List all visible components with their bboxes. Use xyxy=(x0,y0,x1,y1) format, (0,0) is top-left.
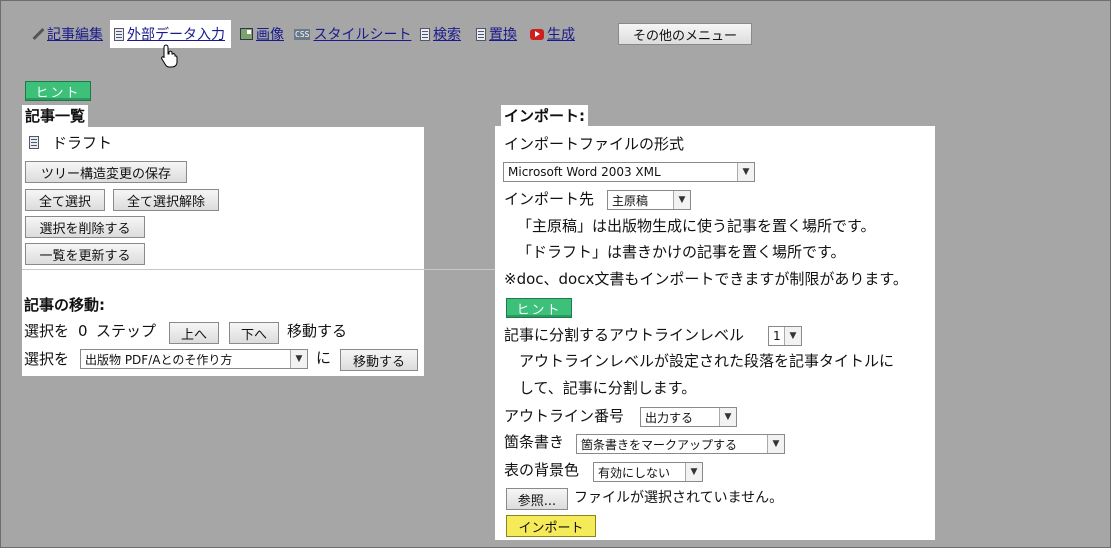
format-select-value: Microsoft Word 2003 XML xyxy=(508,165,661,179)
deselect-all-button[interactable]: 全て選択解除 xyxy=(113,189,219,211)
select-all-button[interactable]: 全て選択 xyxy=(25,189,105,211)
document-icon xyxy=(29,136,39,149)
menu-item-label: 検索 xyxy=(433,27,461,43)
move-to-button[interactable]: 移動する xyxy=(340,349,418,371)
destination-select[interactable]: 出版物 PDF/Aとのそ作り方 ▼ xyxy=(80,349,308,369)
css-icon: CSS xyxy=(294,28,311,40)
other-menu-button[interactable]: その他のメニュー xyxy=(618,23,752,45)
article-list-panel: ドラフト ツリー構造変更の保存 全て選択 全て選択解除 選択を削除する 一覧を更… xyxy=(22,127,502,376)
document-icon xyxy=(114,27,124,41)
menu-item-label: 置換 xyxy=(489,27,517,43)
bullet-select[interactable]: 箇条書きをマークアップする ▼ xyxy=(576,434,785,454)
table-bg-value: 有効にしない xyxy=(598,465,671,480)
outline-number-value: 出力する xyxy=(645,410,694,425)
chevron-down-icon: ▼ xyxy=(767,435,784,453)
chevron-down-icon: ▼ xyxy=(685,463,702,481)
outline-number-label: アウトライン番号 xyxy=(504,407,625,425)
step-count: 0 xyxy=(78,322,88,340)
chevron-down-icon: ▼ xyxy=(290,350,307,368)
chevron-down-icon: ▼ xyxy=(784,327,801,345)
menu-item-search[interactable]: 検索 xyxy=(420,20,461,48)
import-title: インポート: xyxy=(501,105,588,127)
hint-button-import[interactable]: ヒント xyxy=(506,298,572,318)
menu-item-generate[interactable]: 生成 xyxy=(530,20,575,48)
outline-level-label: 記事に分割するアウトラインレベル xyxy=(504,326,745,344)
menu-item-label: スタイルシート xyxy=(313,27,412,43)
import-dest-select[interactable]: 主原稿 ▼ xyxy=(607,190,691,210)
move-suffix: 移動する xyxy=(287,322,348,340)
outline-note-2: して、記事に分割します。 xyxy=(519,379,697,397)
menu-item-article-edit[interactable]: 記事編集 xyxy=(32,20,103,48)
step-suffix: ステップ xyxy=(96,322,157,340)
menu-item-label: 記事編集 xyxy=(47,27,103,43)
article-list-title: 記事一覧 xyxy=(22,105,89,127)
save-tree-button[interactable]: ツリー構造変更の保存 xyxy=(25,161,187,183)
format-label: インポートファイルの形式 xyxy=(504,135,685,153)
step-prefix: 選択を xyxy=(24,322,70,340)
browse-button[interactable]: 参照... xyxy=(506,488,568,510)
select-prefix: 選択を xyxy=(24,350,70,368)
import-panel: インポートファイルの形式 Microsoft Word 2003 XML ▼ イ… xyxy=(495,126,935,540)
image-icon xyxy=(240,28,253,40)
note-draft: 「ドラフト」は書きかけの記事を置く場所です。 xyxy=(517,243,846,261)
note-main-manuscript: 「主原稿」は出版物生成に使う記事を置く場所です。 xyxy=(517,217,876,235)
video-icon xyxy=(530,28,544,40)
chevron-down-icon: ▼ xyxy=(737,163,754,181)
menu-item-replace[interactable]: 置換 xyxy=(476,20,517,48)
destination-select-value: 出版物 PDF/Aとのそ作り方 xyxy=(85,352,233,367)
note-doc-limits: ※doc、docx文書もインポートできますが制限があります。 xyxy=(504,270,908,288)
delete-selected-button[interactable]: 選択を削除する xyxy=(25,216,145,238)
table-bg-label: 表の背景色 xyxy=(504,461,580,479)
format-select[interactable]: Microsoft Word 2003 XML ▼ xyxy=(503,162,755,182)
outline-level-value: 1 xyxy=(773,329,781,343)
chevron-down-icon: ▼ xyxy=(673,191,690,209)
dest-label: インポート先 xyxy=(504,190,595,208)
divider xyxy=(22,269,502,270)
outline-number-select[interactable]: 出力する ▼ xyxy=(640,407,737,427)
move-section-title: 記事の移動: xyxy=(24,296,105,314)
ni-label: に xyxy=(316,349,332,367)
document-icon xyxy=(476,27,486,41)
menu-item-image[interactable]: 画像 xyxy=(240,20,284,48)
move-down-button[interactable]: 下へ xyxy=(229,322,279,344)
chevron-down-icon: ▼ xyxy=(719,408,736,426)
hand-cursor-icon xyxy=(161,44,178,68)
table-bg-select[interactable]: 有効にしない ▼ xyxy=(593,462,703,482)
move-up-button[interactable]: 上へ xyxy=(169,322,219,344)
menu-item-label: 外部データ入力 xyxy=(127,27,225,43)
bullet-value: 箇条書きをマークアップする xyxy=(581,437,738,452)
menu-item-label: 生成 xyxy=(547,27,575,43)
menu-item-label: 画像 xyxy=(256,27,284,43)
outline-note-1: アウトラインレベルが設定された段落を記事タイトルに xyxy=(519,352,895,370)
outline-level-select[interactable]: 1 ▼ xyxy=(768,326,802,346)
import-dest-value: 主原稿 xyxy=(612,193,649,208)
menu-item-stylesheet[interactable]: CSS スタイルシート xyxy=(294,20,411,48)
draft-folder[interactable]: ドラフト xyxy=(52,133,112,153)
refresh-list-button[interactable]: 一覧を更新する xyxy=(25,243,145,265)
import-button[interactable]: インポート xyxy=(506,515,596,537)
document-icon xyxy=(420,27,430,41)
bullet-label: 箇条書き xyxy=(504,433,565,451)
no-file-text: ファイルが選択されていません。 xyxy=(574,490,784,506)
pencil-icon xyxy=(32,28,44,40)
hint-button-top[interactable]: ヒント xyxy=(25,81,91,101)
